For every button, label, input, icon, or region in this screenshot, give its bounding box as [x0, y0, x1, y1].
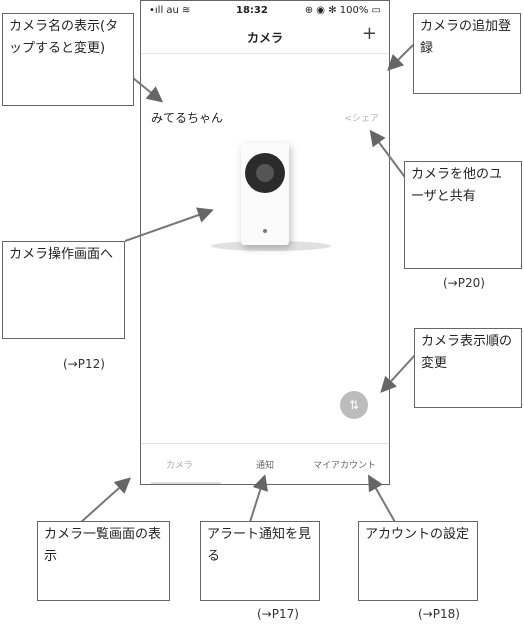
callout-reorder: カメラ表示順の変更 [414, 328, 522, 408]
callout-operate: カメラ操作画面へ [2, 241, 125, 339]
arrow-list-view [79, 477, 131, 524]
ref-operate: (→P12) [63, 357, 105, 371]
ref-account: (→P18) [418, 607, 460, 621]
arrow-camera-name [132, 77, 164, 103]
arrow-add-camera [387, 44, 414, 71]
arrow-alerts [249, 474, 268, 523]
callout-add-camera: カメラの追加登録 [413, 13, 521, 94]
callout-list-view: カメラ一覧画面の表示 [37, 521, 170, 601]
callout-account: アカウントの設定 [358, 521, 478, 601]
ref-alerts: (→P17) [257, 607, 299, 621]
ref-share: (→P20) [443, 276, 485, 290]
callout-camera-name: カメラ名の表示(タップすると変更) [2, 13, 134, 106]
callout-alerts: アラート通知を見る [200, 521, 320, 601]
arrow-account [368, 474, 396, 523]
arrow-operate [124, 207, 214, 242]
arrow-reorder [380, 354, 416, 393]
callout-share: カメラを他のユーザと共有 [404, 161, 522, 269]
